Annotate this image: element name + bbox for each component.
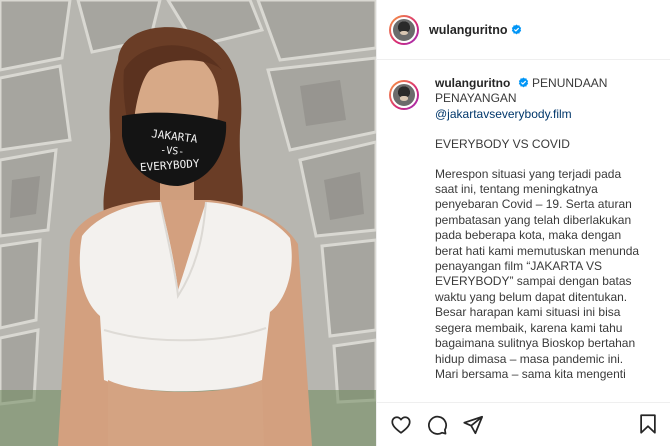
heart-icon [391,415,411,434]
caption-verified-badge-icon [518,77,528,88]
comment-button[interactable] [425,413,449,437]
post-details-panel: wulanguritno wulanguritno PENUNDAAN PENA… [376,0,670,446]
post-actions-bar [377,402,670,446]
bookmark-icon [640,414,656,434]
caption-area: wulanguritno PENUNDAAN PENAYANGAN @jakar… [377,76,670,396]
caption-body: Merespon situasi yang terjadi pada saat … [435,166,640,366]
header-username[interactable]: wulanguritno [429,23,507,37]
caption-username[interactable]: wulanguritno [435,76,510,90]
post-photo[interactable]: JAKARTA -VS- EVERYBODY [0,0,376,446]
caption-continuation: Mari bersama – sama kita mengenti [435,366,626,381]
like-button[interactable] [389,413,413,437]
save-button[interactable] [637,413,661,437]
caption-text: wulanguritno PENUNDAAN PENAYANGAN @jakar… [435,76,645,382]
post-header: wulanguritno [377,0,670,60]
caption-heading: EVERYBODY VS COVID [435,137,570,152]
mask-text-line-2: -VS- [160,145,185,158]
caption-mention-link[interactable]: @jakartavseverybody.film [435,107,645,122]
verified-badge-icon [512,24,522,35]
share-icon [463,415,484,434]
model-figure: JAKARTA -VS- EVERYBODY [0,0,376,446]
caption-avatar[interactable] [389,80,419,110]
comment-icon [428,415,447,435]
avatar[interactable] [389,14,419,45]
share-button[interactable] [461,413,485,437]
